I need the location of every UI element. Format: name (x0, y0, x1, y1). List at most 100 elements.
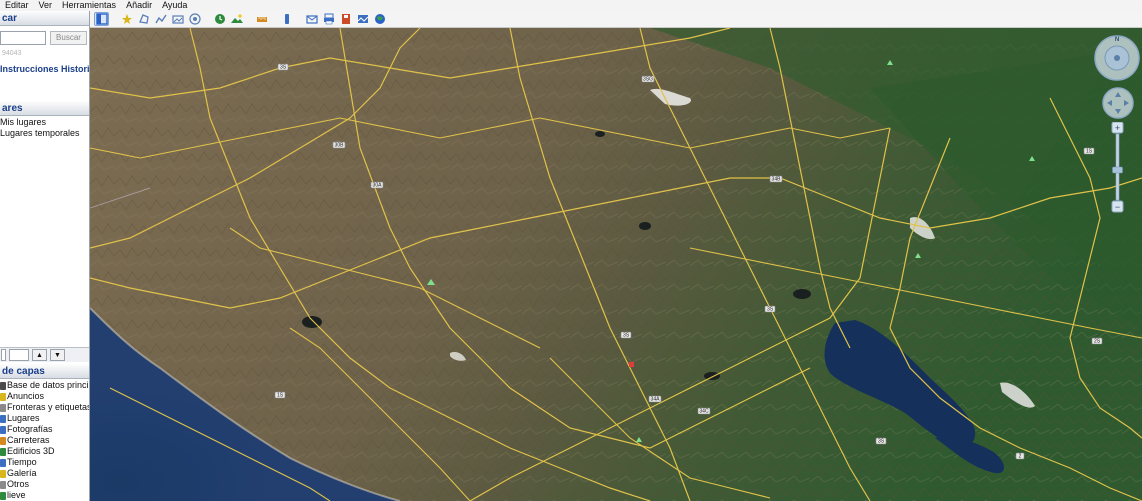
sunlight-icon (230, 14, 243, 23)
layer-item[interactable]: Edificios 3D (0, 446, 55, 457)
layer-icon (0, 403, 6, 412)
layer-item[interactable]: Fronteras y etiquetas (0, 402, 90, 413)
polygon-button[interactable] (136, 12, 151, 26)
menu-anadir[interactable]: Añadir (121, 0, 157, 11)
sidebar-toggle-icon (95, 13, 108, 25)
layer-item[interactable]: Tiempo (0, 457, 37, 468)
road-shield-label: 2 (1019, 454, 1022, 460)
road-shield: 30B (332, 141, 346, 149)
lake (595, 131, 605, 137)
layer-icon (0, 447, 6, 456)
placemark-button[interactable] (119, 12, 134, 26)
path-button[interactable] (153, 12, 168, 26)
earth-button[interactable] (372, 12, 387, 26)
road-shield-label: 30A (373, 183, 383, 189)
image-overlay-button[interactable] (170, 12, 185, 26)
ruler-button[interactable] (254, 12, 269, 26)
save-image-button[interactable] (338, 12, 353, 26)
road-shield-label: 3S (878, 439, 885, 445)
search-hint: 94043 (2, 50, 22, 57)
menu-herramientas[interactable]: Herramientas (57, 0, 121, 11)
sky-switch-icon (284, 14, 289, 24)
layer-item[interactable]: Base de datos principal (0, 380, 89, 391)
view-maps-button[interactable] (355, 12, 370, 26)
image-overlay-icon (171, 15, 184, 24)
layer-label: Carreteras (7, 435, 50, 445)
layer-icon (0, 469, 6, 478)
layer-item[interactable]: Carreteras (0, 435, 50, 446)
search-panel-header[interactable]: car (0, 11, 89, 26)
road-shield-label: 1S (277, 393, 284, 399)
layer-item[interactable]: Lugares (0, 413, 40, 424)
eye-icon (1114, 55, 1120, 61)
record-tour-icon (188, 13, 201, 25)
road-shield: 1S (274, 391, 286, 399)
layer-label: Galería (7, 468, 37, 478)
ruler-icon (256, 17, 267, 22)
map-view[interactable]: 3S 30B 30A 3SG 34B 3S 34A 34C 1S 3S 1S 2… (90, 28, 1142, 501)
search-input[interactable] (0, 31, 46, 45)
arrow-down-icon: ▼ (54, 351, 61, 359)
layer-label: lieve (7, 490, 26, 500)
sky-switch-button[interactable] (279, 12, 294, 26)
email-button[interactable] (304, 12, 319, 26)
road-shield: 3S (764, 305, 776, 313)
move-down-button[interactable]: ▼ (50, 349, 65, 361)
layer-icon (0, 480, 6, 489)
layer-item[interactable]: Otros (0, 479, 29, 490)
road-shield: 3SG (641, 75, 655, 83)
navigation-compass[interactable]: N (1093, 34, 1141, 82)
road-shield-label: 34C (699, 409, 709, 415)
places-item-my-places[interactable]: Mis lugares (0, 117, 46, 128)
nav-index-field[interactable] (9, 349, 29, 361)
sidebar-toggle-button[interactable] (94, 12, 109, 26)
layer-label: Tiempo (7, 457, 37, 467)
move-joystick[interactable] (1101, 86, 1135, 120)
nav-prev-field[interactable] (1, 349, 6, 361)
email-icon (305, 15, 318, 24)
sidebar: car Buscar 94043 Instrucciones Historial… (0, 11, 90, 501)
arrow-up-icon: ▲ (36, 351, 43, 359)
places-panel-header[interactable]: ares (0, 101, 89, 116)
zoom-handle[interactable] (1112, 166, 1123, 174)
print-button[interactable] (321, 12, 336, 26)
menu-ayuda[interactable]: Ayuda (157, 0, 192, 11)
layer-item[interactable]: Anuncios (0, 391, 44, 402)
layer-icon (0, 414, 6, 423)
layer-item[interactable]: lieve (0, 490, 26, 501)
lake (639, 222, 651, 230)
road-shield-label: 2S (1094, 339, 1101, 345)
layer-item[interactable]: Fotografías (0, 424, 53, 435)
historical-imagery-button[interactable] (212, 12, 227, 26)
sunlight-button[interactable] (229, 12, 244, 26)
layer-label: Edificios 3D (7, 446, 55, 456)
menu-ver[interactable]: Ver (34, 0, 58, 11)
road-shield-label: 3S (623, 333, 630, 339)
search-button[interactable]: Buscar (50, 31, 87, 45)
places-item-temporary[interactable]: Lugares temporales (0, 128, 80, 139)
view-maps-icon (357, 15, 368, 23)
move-up-button[interactable]: ▲ (32, 349, 47, 361)
historical-imagery-icon (214, 14, 225, 24)
road-shield: 34C (697, 407, 711, 415)
layer-label: Anuncios (7, 391, 45, 401)
road-shield-label: 3SG (643, 77, 653, 83)
layer-item[interactable]: Galería (0, 468, 37, 479)
layer-label: Otros (7, 479, 30, 489)
satellite-map[interactable]: 3S 30B 30A 3SG 34B 3S 34A 34C 1S 3S 1S 2… (90, 28, 1142, 501)
zoom-slider[interactable]: + − (1110, 122, 1126, 214)
placemark-icon (121, 14, 132, 24)
road-shield: 1S (1083, 147, 1095, 155)
road-shield: 3S (620, 331, 632, 339)
search-tabs[interactable]: Instrucciones Historial (0, 64, 89, 74)
record-tour-button[interactable] (187, 12, 202, 26)
layer-label: Fronteras y etiquetas (7, 402, 90, 412)
menu-editar[interactable]: Editar (0, 0, 34, 11)
places-item-label: Lugares temporales (0, 128, 80, 138)
places-nav-row: ▲ ▼ (0, 347, 89, 362)
road-shield: 34A (648, 395, 662, 403)
compass-north-label: N (1115, 37, 1119, 43)
layers-panel-header[interactable]: de capas (0, 364, 89, 379)
city-marker-icon[interactable] (629, 362, 634, 367)
lake (793, 289, 811, 299)
